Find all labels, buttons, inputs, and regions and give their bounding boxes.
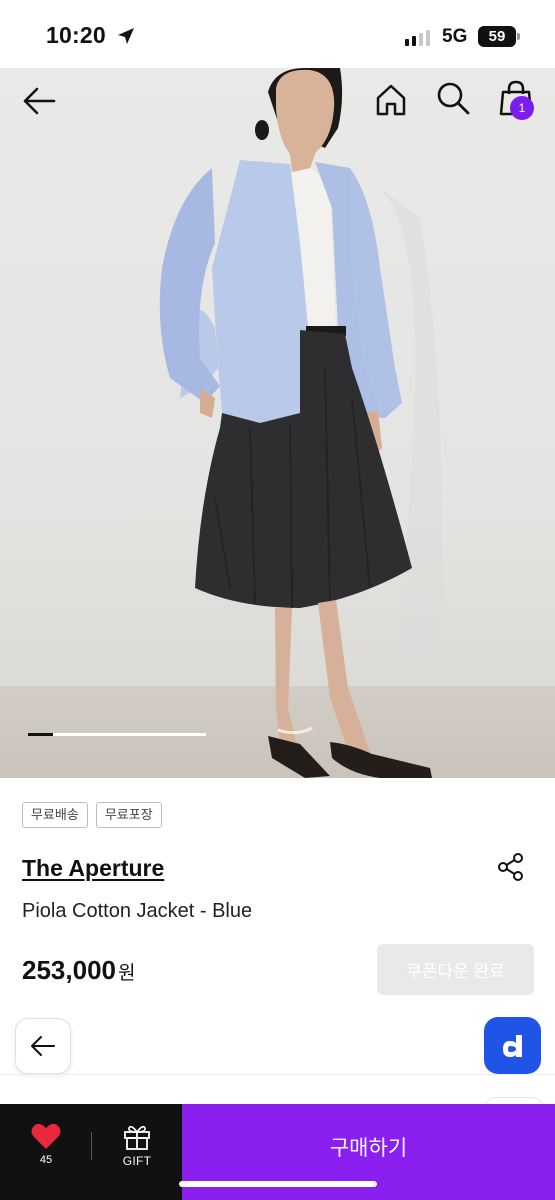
bottom-bar-left: 45 GIFT: [0, 1104, 182, 1200]
home-indicator: [179, 1181, 377, 1187]
battery-cap: [517, 33, 520, 40]
signal-icon: [405, 30, 430, 46]
gift-icon: [124, 1125, 150, 1150]
image-progress-bar: [28, 733, 206, 736]
tag-free-packaging: 무료포장: [95, 802, 162, 828]
like-button[interactable]: 45: [20, 1122, 72, 1178]
shipping-tags: 무료배송 무료포장: [22, 802, 162, 828]
product-name: Piola Cotton Jacket - Blue: [22, 900, 253, 922]
gift-label: GIFT: [122, 1154, 152, 1168]
status-bar: 10:20 5G 59: [0, 0, 555, 68]
gift-button[interactable]: GIFT: [110, 1122, 164, 1178]
tag-free-shipping: 무료배송: [22, 802, 88, 828]
home-button[interactable]: [373, 82, 409, 118]
app-shortcut-button[interactable]: [484, 1017, 541, 1074]
like-count: 45: [39, 1154, 53, 1166]
status-time: 10:20: [46, 22, 106, 48]
image-progress-fill: [28, 733, 54, 736]
floating-back-button[interactable]: [15, 1018, 71, 1074]
cart-button[interactable]: 1: [498, 80, 538, 120]
price-unit: 원: [117, 963, 136, 984]
search-icon: [437, 82, 470, 115]
brand-link[interactable]: The Aperture: [22, 855, 164, 882]
d-logo-icon: [502, 1034, 522, 1057]
price-value: 253,000: [22, 955, 116, 985]
product-price: 253,000 원: [22, 955, 135, 986]
battery-level: 59: [488, 28, 506, 45]
location-arrow-icon: [118, 28, 134, 44]
arrow-left-icon: [31, 1036, 55, 1056]
network-label: 5G: [442, 26, 468, 47]
share-icon: [498, 853, 523, 881]
product-image-carousel[interactable]: 1: [0, 68, 555, 778]
back-button[interactable]: [20, 84, 60, 118]
coupon-download-button[interactable]: 쿠폰다운 완료: [377, 944, 534, 995]
home-icon: [376, 84, 406, 116]
share-button[interactable]: [496, 852, 526, 882]
bottom-bar-separator: [91, 1132, 92, 1160]
arrow-left-icon: [23, 87, 56, 115]
heart-icon: [31, 1123, 61, 1149]
battery-icon: 59: [478, 26, 516, 47]
cart-count-badge: 1: [510, 96, 534, 120]
section-divider: [0, 1074, 555, 1075]
search-button[interactable]: [435, 80, 471, 116]
product-photo: [159, 68, 443, 778]
